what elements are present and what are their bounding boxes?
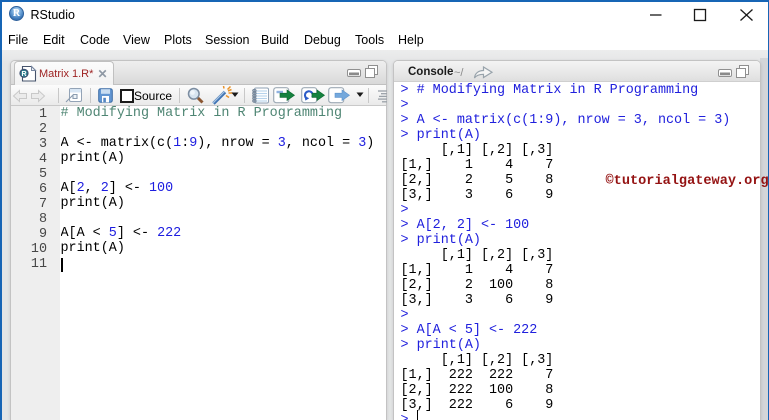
svg-text:R: R: [21, 71, 26, 78]
